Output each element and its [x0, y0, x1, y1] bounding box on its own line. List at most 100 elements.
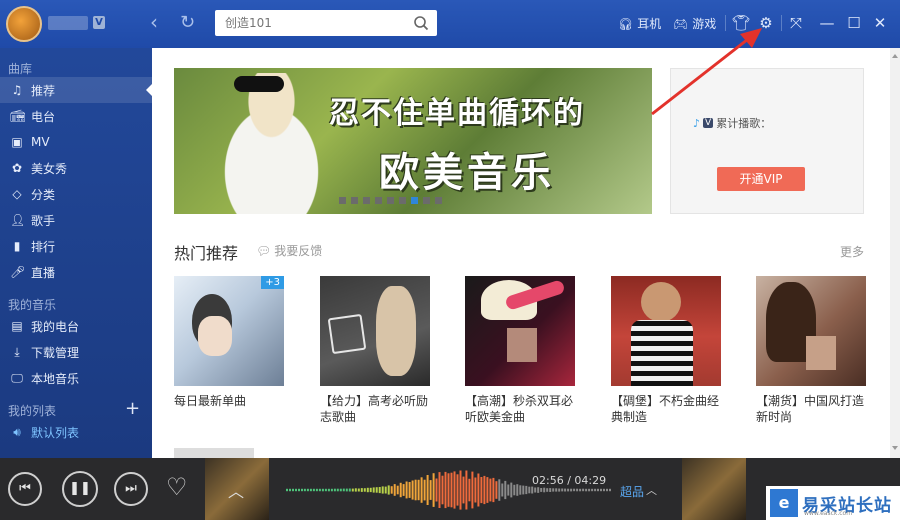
waveform-bar [375, 487, 378, 493]
waveform-bar [378, 487, 381, 494]
sidebar-item-beauty-show[interactable]: ✿ 美女秀 [0, 155, 152, 181]
tag-icon: ◇ [12, 187, 22, 201]
search-box[interactable] [215, 10, 437, 36]
waveform-bar [423, 479, 426, 501]
lyrics-cover[interactable] [682, 458, 746, 520]
card-cover[interactable] [320, 276, 430, 386]
maximize-icon[interactable]: ☐ [844, 13, 864, 33]
card-caption[interactable]: 【碉堡】不朽金曲经典制造 [611, 393, 729, 425]
banner-dot[interactable] [339, 197, 346, 204]
section-title-library: 曲库 [8, 62, 33, 76]
waveform-bar [292, 488, 294, 492]
game-button[interactable]: 🎮︎ 游戏 [673, 15, 716, 32]
waveform-bar [582, 488, 585, 492]
pause-button[interactable]: ❚❚ [62, 471, 98, 507]
waveform-bar [561, 488, 564, 492]
skip-next-icon: ⏭︎ [125, 481, 137, 496]
waveform-bar [303, 488, 306, 492]
back-arrow-icon[interactable]: ‹ [150, 12, 158, 32]
close-icon[interactable]: ✕ [870, 13, 890, 33]
banner-dot[interactable] [435, 197, 442, 204]
banner-dot[interactable] [375, 197, 382, 204]
sidebar-item-mv[interactable]: ▣ MV [0, 129, 152, 155]
my-radio-icon: ▤ [11, 319, 23, 333]
waveform-bar [498, 479, 501, 501]
divider [725, 15, 726, 31]
card-caption[interactable]: 【潮货】中国风打造新时尚 [756, 393, 874, 425]
playlist-card[interactable]: 【潮货】中国风打造新时尚 [756, 276, 866, 425]
waveform-bar [453, 471, 456, 509]
add-playlist-icon[interactable]: + [125, 400, 140, 418]
next-button[interactable]: ⏭︎ [114, 472, 148, 506]
sidebar-item-recommend[interactable]: ♫ 推荐 [0, 77, 152, 103]
music-note-icon: ♪ [693, 116, 701, 130]
playlist-card[interactable]: +3 每日最新单曲 [174, 276, 284, 409]
waveform-bar [348, 488, 351, 492]
expand-up-icon[interactable]: ︿ [228, 478, 244, 502]
more-link[interactable]: 更多 [840, 243, 864, 260]
banner-dot[interactable] [387, 197, 394, 204]
banner[interactable]: 忍不住单曲循环的 欧美音乐 [174, 68, 652, 214]
section-title-my-music: 我的音乐 [8, 298, 57, 312]
banner-dot[interactable] [411, 197, 418, 204]
card-cover[interactable] [756, 276, 866, 386]
banner-dot[interactable] [423, 197, 430, 204]
waveform-bar [465, 470, 468, 510]
sidebar-item-local-music[interactable]: 🖵︎ 本地音乐 [0, 365, 152, 391]
waveform-bar [312, 488, 315, 492]
sidebar-item-download[interactable]: ⤓ 下载管理 [0, 339, 152, 365]
waveform-bar [435, 478, 438, 502]
banner-dot[interactable] [351, 197, 358, 204]
playlist-card[interactable]: 【高潮】秒杀双耳必听欧美金曲 [465, 276, 575, 425]
banner-title-line1: 忍不住单曲循环的 [329, 96, 585, 131]
sidebar-item-my-radio[interactable]: ▤ 我的电台 [0, 313, 152, 339]
section-title-my-list: 我的列表 [8, 404, 57, 418]
gear-icon[interactable]: ⚙ [756, 13, 776, 33]
banner-dot[interactable] [363, 197, 370, 204]
card-caption[interactable]: 每日最新单曲 [174, 393, 292, 409]
previous-button[interactable]: ⏮︎ [8, 472, 42, 506]
sidebar-item-default-list[interactable]: 🔊︎ 默认列表 [0, 419, 152, 445]
scroll-up-icon[interactable] [892, 54, 898, 58]
waveform-bar [327, 488, 330, 492]
search-input[interactable] [215, 10, 405, 36]
card-caption[interactable]: 【高潮】秒杀双耳必听欧美金曲 [465, 393, 583, 425]
mini-mode-icon[interactable]: ⤧ [786, 13, 806, 33]
waveform-bar [585, 488, 588, 492]
waveform-bar [414, 479, 417, 501]
open-vip-button[interactable]: 开通VIP [717, 167, 805, 191]
sidebar-item-live[interactable]: 🎤︎ 直播 [0, 259, 152, 285]
skin-shirt-icon[interactable]: 👕︎ [731, 13, 751, 33]
waveform-bar [549, 488, 552, 492]
card-cover[interactable] [465, 276, 575, 386]
search-icon[interactable] [413, 15, 429, 31]
card-caption[interactable]: 【给力】高考必听励志歌曲 [320, 393, 438, 425]
waveform-bar [489, 478, 492, 502]
heart-icon[interactable]: ♡ [166, 475, 188, 499]
earphone-button[interactable]: 🎧︎ 耳机 [618, 15, 661, 32]
username-blurred[interactable] [48, 16, 88, 30]
scrollbar[interactable] [890, 48, 900, 458]
refresh-icon[interactable]: ↻ [180, 13, 195, 33]
waveform-bar [594, 488, 597, 492]
divider [781, 15, 782, 31]
avatar[interactable] [6, 6, 42, 42]
banner-dot[interactable] [399, 197, 406, 204]
waveform-bar [384, 486, 387, 494]
card-cover[interactable] [611, 276, 721, 386]
playlist-card[interactable]: 【给力】高考必听励志歌曲 [320, 276, 430, 425]
minimize-icon[interactable]: — [817, 13, 837, 33]
waveform-bar [306, 488, 309, 492]
feedback-link[interactable]: 💬︎ 我要反馈 [256, 242, 322, 259]
sidebar-item-singer[interactable]: 👤︎ 歌手 [0, 207, 152, 233]
waveform-bar [459, 470, 462, 510]
waveform-bar [417, 479, 420, 501]
sidebar-item-category[interactable]: ◇ 分类 [0, 181, 152, 207]
playlist-card[interactable]: 【碉堡】不朽金曲经典制造 [611, 276, 721, 425]
sidebar-item-radio[interactable]: 📻︎ 电台 [0, 103, 152, 129]
card-cover[interactable]: +3 [174, 276, 284, 386]
scroll-down-icon[interactable] [892, 446, 898, 450]
chevron-up-icon[interactable]: ︿ [646, 482, 657, 498]
sidebar-item-ranking[interactable]: ▮ 排行 [0, 233, 152, 259]
quality-selector[interactable]: 超品 [620, 483, 644, 500]
